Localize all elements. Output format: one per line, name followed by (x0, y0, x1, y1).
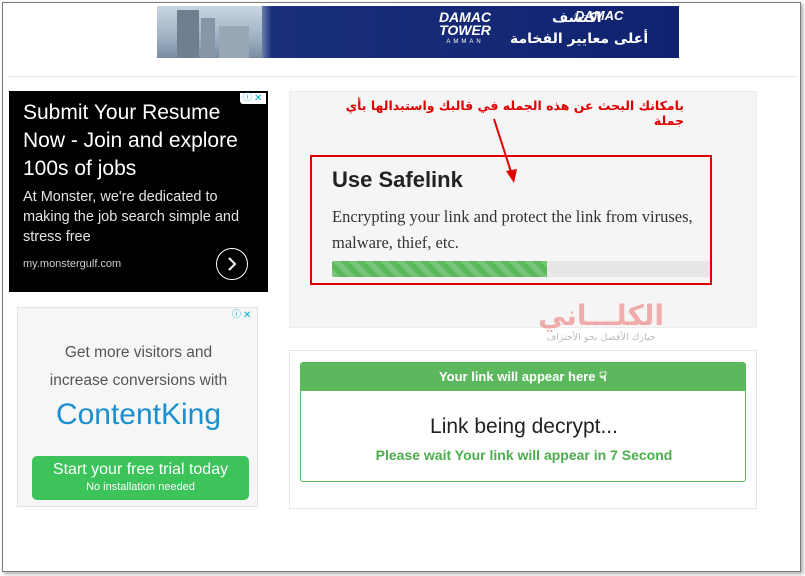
watermark-subtitle: خيارك الأفضل نحو الأحتراف (546, 332, 656, 343)
contentking-ad[interactable]: ⓘ ✕ Get more visitors and increase conve… (17, 307, 258, 507)
info-icon[interactable]: ⓘ (232, 310, 241, 321)
ad-open-button[interactable] (216, 248, 248, 280)
chevron-right-icon (228, 257, 237, 271)
safelink-progress-bar (332, 261, 710, 277)
ad-body: At Monster, we're dedicated to making th… (23, 189, 240, 245)
banner-logo-right: DAMAC (575, 8, 624, 23)
banner-city-image (157, 6, 262, 58)
banner-logo-left: DAMAC TOWER AMMAN (438, 9, 492, 45)
close-icon[interactable]: ✕ (243, 310, 251, 321)
monster-ad[interactable]: ⓘ ✕ Submit Your Resume Now - Join and ex… (9, 91, 268, 292)
progress-fill (332, 261, 548, 277)
link-status-title: Link being decrypt... (430, 415, 618, 438)
free-trial-button[interactable]: Start your free trial today No installat… (32, 456, 249, 500)
cta-main-label: Start your free trial today (52, 461, 229, 478)
ad-choices[interactable]: ⓘ ✕ (229, 310, 255, 321)
link-card: Your link will appear here ☟ Link being … (300, 362, 746, 482)
watermark-title: الكلـــاني (538, 299, 664, 332)
hand-pointer-icon: ☟ (599, 369, 608, 384)
damac-banner-ad[interactable]: DAMAC TOWER AMMAN اكتشف أعلى معايير الفخ… (157, 6, 679, 58)
ad-domain[interactable]: my.monstergulf.com (23, 258, 121, 270)
link-card-header: Your link will appear here ☟ (301, 363, 745, 391)
safelink-description: Encrypting your link and protect the lin… (332, 207, 693, 252)
ad-line-2: increase conversions with (49, 372, 228, 389)
ad-headline[interactable]: Submit Your Resume Now - Join and explor… (23, 99, 258, 183)
safelink-title: Use Safelink (332, 167, 463, 192)
ad-line-1: Get more visitors and (64, 344, 213, 361)
link-status-countdown: Please wait Your link will appear in 7 S… (375, 447, 673, 463)
cta-sub-label: No installation needed (86, 481, 195, 493)
banner-arabic-line2: أعلى معايير الفخامة (510, 31, 649, 47)
ad-brand: ContentKing (55, 398, 222, 431)
divider (8, 76, 796, 77)
watermark: الكلـــاني خيارك الأفضل نحو الأحتراف (508, 300, 694, 344)
link-card-header-label: Your link will appear here (438, 369, 596, 384)
